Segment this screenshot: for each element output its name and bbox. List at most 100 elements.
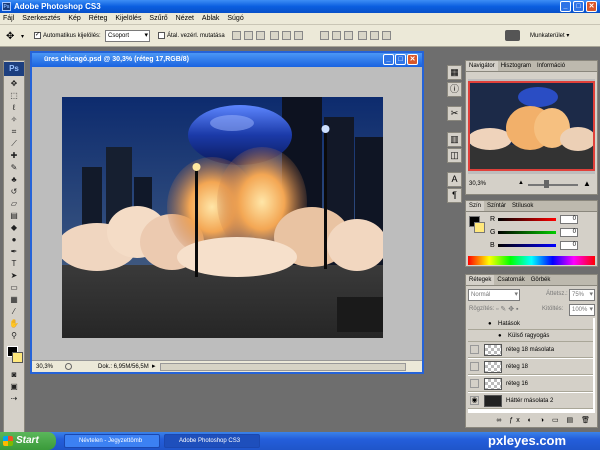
tool-preset-chevron-icon[interactable]: ▾ bbox=[21, 33, 24, 40]
opacity-value[interactable]: 75% bbox=[569, 289, 595, 301]
layer-visibility-toggle[interactable] bbox=[470, 379, 479, 388]
menu-layer[interactable]: Réteg bbox=[86, 13, 111, 25]
doc-minimize-button[interactable]: _ bbox=[383, 54, 394, 65]
quick-mask-mode-icon[interactable]: ◙ bbox=[6, 369, 22, 380]
tab-histogram[interactable]: Hisztogram bbox=[498, 61, 534, 71]
hand-tool-icon[interactable]: ✋ bbox=[6, 318, 22, 329]
g-channel-slider[interactable] bbox=[498, 231, 556, 234]
pen-tool-icon[interactable]: ✒ bbox=[6, 246, 22, 257]
paragraph-panel-icon[interactable]: ¶ bbox=[447, 188, 462, 203]
background-color-swatch[interactable] bbox=[12, 352, 23, 363]
imageready-jump-icon[interactable]: ⇢ bbox=[6, 393, 22, 404]
layers-footer-icons[interactable]: ∞ ƒx ◐ ◑ ▭ ▤ 🗑 bbox=[466, 415, 597, 427]
layer-row[interactable]: ◉ Háttér másolata 2 bbox=[468, 393, 593, 409]
menu-edit[interactable]: Szerkesztés bbox=[19, 13, 63, 25]
path-selection-tool-icon[interactable]: ➤ bbox=[6, 270, 22, 281]
blend-mode-dropdown[interactable]: Normál bbox=[468, 289, 520, 301]
tab-paths[interactable]: Görbék bbox=[528, 275, 554, 285]
align-vertical-center-icon[interactable] bbox=[244, 31, 253, 40]
crop-tool-icon[interactable]: ⌗ bbox=[6, 126, 22, 137]
eraser-tool-icon[interactable]: ▱ bbox=[6, 198, 22, 209]
align-left-icon[interactable] bbox=[270, 31, 279, 40]
brush-tool-icon[interactable]: ✎ bbox=[6, 162, 22, 173]
tab-styles[interactable]: Stílusok bbox=[509, 201, 536, 211]
layer-row[interactable]: réteg 18 másolata bbox=[468, 342, 593, 358]
align-top-icon[interactable] bbox=[232, 31, 241, 40]
zoom-out-icon[interactable]: ▲ bbox=[518, 180, 524, 186]
color-spectrum-ramp[interactable] bbox=[468, 256, 595, 265]
doc-maximize-button[interactable]: □ bbox=[395, 54, 406, 65]
zoom-in-icon[interactable]: ▲ bbox=[583, 179, 591, 188]
tab-channels[interactable]: Csatornák bbox=[494, 275, 527, 285]
distribute-center-icon[interactable] bbox=[332, 31, 341, 40]
g-channel-value[interactable]: 0 bbox=[560, 228, 578, 237]
dodge-tool-icon[interactable]: ● bbox=[6, 234, 22, 245]
close-button[interactable]: ✕ bbox=[586, 1, 597, 12]
doc-close-button[interactable]: ✕ bbox=[407, 54, 418, 65]
workspace-button[interactable]: Munkaterület ▾ bbox=[530, 31, 569, 41]
brushes-panel-icon[interactable]: ✂ bbox=[447, 106, 462, 121]
healing-brush-tool-icon[interactable]: ✚ bbox=[6, 150, 22, 161]
layer-visibility-eye-icon[interactable]: ◉ bbox=[470, 396, 479, 405]
distribute-left-icon[interactable] bbox=[358, 31, 367, 40]
transform-controls-option[interactable]: Átal. vezérl. mutatása bbox=[158, 31, 225, 41]
marquee-tool-icon[interactable]: ⬚ bbox=[6, 90, 22, 101]
auto-select-checkbox[interactable]: ✓ bbox=[34, 31, 41, 39]
notes-tool-icon[interactable]: ▦ bbox=[6, 294, 22, 305]
move-tool-icon[interactable]: ✥ bbox=[6, 78, 22, 89]
transform-controls-checkbox[interactable] bbox=[158, 31, 165, 39]
layer-row[interactable]: réteg 18 bbox=[468, 359, 593, 375]
horizontal-scrollbar[interactable] bbox=[160, 363, 406, 371]
minimize-button[interactable]: _ bbox=[560, 1, 571, 12]
r-channel-slider[interactable] bbox=[498, 218, 556, 221]
magic-wand-tool-icon[interactable]: ✧ bbox=[6, 114, 22, 125]
fill-value[interactable]: 100% bbox=[569, 304, 595, 316]
lasso-tool-icon[interactable]: ℓ bbox=[6, 102, 22, 113]
color-background-swatch[interactable] bbox=[474, 222, 485, 233]
doc-zoom-value[interactable]: 30,3% bbox=[36, 361, 53, 373]
navigator-zoom-thumb[interactable] bbox=[544, 180, 549, 188]
menu-help[interactable]: Súgó bbox=[224, 13, 246, 25]
info-panel-icon[interactable]: ⓘ bbox=[447, 82, 462, 97]
layer-effects-row[interactable]: ● Hatások bbox=[468, 318, 593, 330]
tab-info[interactable]: Információ bbox=[534, 61, 568, 71]
tab-navigator[interactable]: Navigátor bbox=[466, 61, 498, 71]
b-channel-slider[interactable] bbox=[498, 244, 556, 247]
align-horizontal-center-icon[interactable] bbox=[282, 31, 291, 40]
status-menu-arrow-icon[interactable]: ▸ bbox=[152, 361, 156, 373]
navigator-preview[interactable] bbox=[468, 79, 595, 174]
navigator-view-box[interactable] bbox=[468, 81, 595, 171]
menu-image[interactable]: Kép bbox=[65, 13, 83, 25]
effects-expand-icon[interactable]: ● bbox=[488, 318, 492, 330]
taskbar-photoshop[interactable]: Adobe Photoshop CS3 bbox=[164, 434, 260, 448]
type-tool-icon[interactable]: T bbox=[6, 258, 22, 269]
auto-select-option[interactable]: ✓ Automatikus kijelölés: bbox=[34, 31, 101, 41]
screen-mode-icon[interactable]: ▣ bbox=[6, 381, 22, 392]
align-right-icon[interactable] bbox=[294, 31, 303, 40]
distribute-bottom-icon[interactable] bbox=[344, 31, 353, 40]
menu-window[interactable]: Ablak bbox=[199, 13, 223, 25]
layer-effect-row[interactable]: ● Külső ragyogás bbox=[468, 330, 593, 342]
document-image[interactable] bbox=[62, 97, 383, 338]
menu-view[interactable]: Nézet bbox=[173, 13, 197, 25]
maximize-button[interactable]: □ bbox=[573, 1, 584, 12]
menu-filter[interactable]: Szűrő bbox=[146, 13, 170, 25]
zoom-tool-icon[interactable]: ⚲ bbox=[6, 330, 22, 341]
navigator-zoom-slider[interactable] bbox=[528, 184, 578, 186]
layer-comps-icon[interactable]: ◫ bbox=[447, 148, 462, 163]
distribute-hcenter-icon[interactable] bbox=[370, 31, 379, 40]
r-channel-value[interactable]: 0 bbox=[560, 215, 578, 224]
align-bottom-icon[interactable] bbox=[256, 31, 265, 40]
clone-stamp-tool-icon[interactable]: ♣ bbox=[6, 174, 22, 185]
layer-visibility-toggle[interactable] bbox=[470, 362, 479, 371]
gradient-tool-icon[interactable]: ▤ bbox=[6, 210, 22, 221]
layer-row[interactable]: réteg 16 bbox=[468, 376, 593, 392]
eyedropper-tool-icon[interactable]: ⁄ bbox=[6, 306, 22, 317]
navigator-panel-icon[interactable]: ▦ bbox=[447, 65, 462, 80]
history-brush-tool-icon[interactable]: ↺ bbox=[6, 186, 22, 197]
menu-select[interactable]: Kijelölés bbox=[112, 13, 144, 25]
tab-layers[interactable]: Rétegek bbox=[466, 275, 495, 285]
status-info-icon[interactable] bbox=[65, 363, 72, 370]
layer-visibility-toggle[interactable] bbox=[470, 345, 479, 354]
distribute-top-icon[interactable] bbox=[320, 31, 329, 40]
